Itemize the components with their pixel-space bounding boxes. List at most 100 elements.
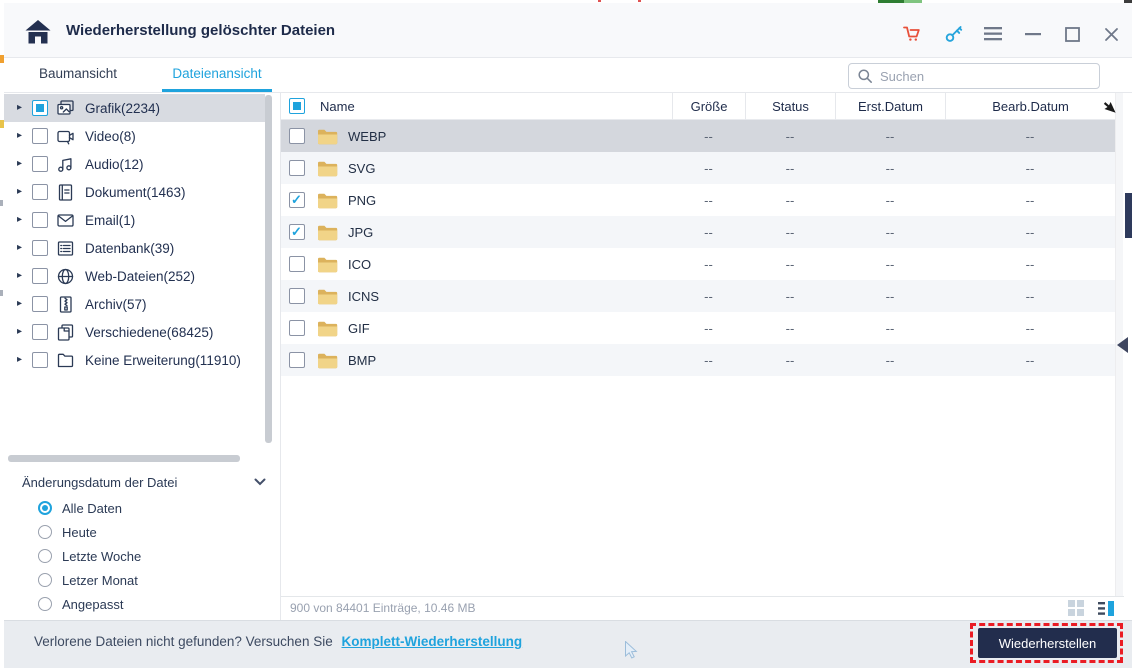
sidebar-item-web-dateien-252[interactable]: ▸ Web-Dateien(252) bbox=[4, 262, 265, 290]
radio-selected[interactable] bbox=[38, 501, 52, 515]
filter-option-heute[interactable]: Heute bbox=[38, 520, 141, 544]
folder-icon bbox=[317, 224, 338, 241]
cell-size: -- bbox=[704, 160, 713, 176]
category-checkbox[interactable] bbox=[32, 128, 48, 144]
filter-option-angepasst[interactable]: Angepasst bbox=[38, 592, 141, 616]
filter-option-label: Alle Daten bbox=[62, 500, 122, 516]
minimize-icon[interactable] bbox=[1022, 24, 1044, 44]
sidebar-item-label: Audio(12) bbox=[85, 156, 144, 172]
column-header-modified[interactable]: Bearb.Datum bbox=[945, 92, 1115, 120]
expand-arrow-icon[interactable]: ▸ bbox=[17, 150, 27, 178]
row-checkbox[interactable] bbox=[289, 320, 305, 336]
date-filter-options: Alle Daten Heute Letzte Woche Letzer Monat A… bbox=[38, 496, 141, 616]
expand-arrow-icon[interactable]: ▸ bbox=[17, 206, 27, 234]
sidebar-horizontal-scrollbar[interactable] bbox=[8, 455, 258, 462]
sidebar-item-keine-erweiterung-11910[interactable]: ▸ Keine Erweiterung(11910) bbox=[4, 346, 265, 374]
sidebar-item-label: Datenbank(39) bbox=[85, 240, 175, 256]
column-header-created[interactable]: Erst.Datum bbox=[835, 92, 945, 120]
expand-arrow-icon[interactable]: ▸ bbox=[17, 290, 27, 318]
table-row-bmp[interactable]: BMP -- -- -- -- bbox=[281, 344, 1115, 376]
scrollbar-thumb[interactable] bbox=[265, 95, 272, 443]
cell-mdate: -- bbox=[1025, 320, 1035, 336]
column-header-name[interactable]: Name bbox=[281, 93, 672, 120]
search-input[interactable] bbox=[880, 68, 1099, 84]
sidebar-vertical-scrollbar[interactable] bbox=[265, 95, 272, 447]
search-box[interactable] bbox=[848, 63, 1100, 89]
expand-arrow-icon[interactable]: ▸ bbox=[17, 122, 27, 150]
radio-unselected[interactable] bbox=[38, 525, 52, 539]
sidebar-item-email-1[interactable]: ▸ Email(1) bbox=[4, 206, 265, 234]
radio-unselected[interactable] bbox=[38, 597, 52, 611]
row-checkbox[interactable] bbox=[289, 192, 305, 208]
column-header-size[interactable]: Größe bbox=[672, 92, 745, 120]
menu-icon[interactable] bbox=[982, 24, 1004, 44]
category-checkbox[interactable] bbox=[32, 268, 48, 284]
list-view-icon[interactable] bbox=[1098, 600, 1115, 617]
full-recovery-link[interactable]: Komplett-Wiederherstellung bbox=[341, 634, 522, 649]
category-checkbox[interactable] bbox=[32, 184, 48, 200]
category-checkbox[interactable] bbox=[32, 212, 48, 228]
cell-status: -- bbox=[785, 160, 795, 176]
select-all-checkbox[interactable] bbox=[289, 98, 305, 114]
key-icon[interactable] bbox=[943, 24, 965, 44]
row-checkbox[interactable] bbox=[289, 128, 305, 144]
sidebar-item-label: Web-Dateien(252) bbox=[85, 268, 196, 284]
category-checkbox[interactable] bbox=[32, 156, 48, 172]
sidebar-item-video-8[interactable]: ▸ Video(8) bbox=[4, 122, 265, 150]
maximize-icon[interactable] bbox=[1061, 24, 1083, 44]
category-checkbox[interactable] bbox=[32, 240, 48, 256]
table-vertical-scrollbar[interactable] bbox=[1115, 93, 1123, 596]
expand-arrow-icon[interactable]: ▸ bbox=[17, 178, 27, 206]
row-checkbox[interactable] bbox=[289, 288, 305, 304]
expand-arrow-icon[interactable]: ▸ bbox=[17, 318, 27, 346]
table-row-png[interactable]: PNG -- -- -- -- bbox=[281, 184, 1115, 216]
filter-header[interactable]: Änderungsdatum der Datei bbox=[22, 472, 266, 492]
tab-baumansicht[interactable]: Baumansicht bbox=[34, 58, 122, 92]
cell-cdate: -- bbox=[885, 128, 895, 144]
row-checkbox[interactable] bbox=[289, 352, 305, 368]
tab-dateienansicht[interactable]: Dateienansicht bbox=[162, 58, 272, 92]
table-row-icns[interactable]: ICNS -- -- -- -- bbox=[281, 280, 1115, 312]
table-row-webp[interactable]: WEBP -- -- -- -- bbox=[281, 120, 1115, 152]
home-icon[interactable] bbox=[24, 19, 52, 45]
archive-icon bbox=[56, 295, 75, 314]
selection-summary: 900 von 84401 Einträge, 10.46 MB bbox=[290, 601, 476, 615]
sidebar-item-grafik-2234[interactable]: ▸ Grafik(2234) bbox=[4, 94, 265, 122]
expand-arrow-icon[interactable]: ▸ bbox=[17, 94, 27, 122]
radio-unselected[interactable] bbox=[38, 573, 52, 587]
category-checkbox[interactable] bbox=[32, 296, 48, 312]
row-checkbox[interactable] bbox=[289, 256, 305, 272]
sidebar-item-dokument-1463[interactable]: ▸ Dokument(1463) bbox=[4, 178, 265, 206]
recover-button[interactable]: Wiederherstellen bbox=[978, 628, 1117, 658]
folder-icon bbox=[317, 192, 338, 209]
chevron-down-icon[interactable] bbox=[254, 478, 266, 486]
sidebar-item-archiv-57[interactable]: ▸ Archiv(57) bbox=[4, 290, 265, 318]
table-row-ico[interactable]: ICO -- -- -- -- bbox=[281, 248, 1115, 280]
file-name-cell: ICNS bbox=[281, 288, 672, 305]
row-checkbox[interactable] bbox=[289, 224, 305, 240]
cart-icon[interactable] bbox=[901, 24, 923, 44]
filter-option-letzte-woche[interactable]: Letzte Woche bbox=[38, 544, 141, 568]
sidebar-item-datenbank-39[interactable]: ▸ Datenbank(39) bbox=[4, 234, 265, 262]
category-checkbox[interactable] bbox=[32, 324, 48, 340]
expand-arrow-icon[interactable]: ▸ bbox=[17, 262, 27, 290]
scrollbar-thumb[interactable] bbox=[8, 455, 240, 462]
table-row-gif[interactable]: GIF -- -- -- -- bbox=[281, 312, 1115, 344]
expand-arrow-icon[interactable]: ▸ bbox=[17, 234, 27, 262]
sidebar-item-verschiedene-68425[interactable]: ▸ Verschiedene(68425) bbox=[4, 318, 265, 346]
table-row-jpg[interactable]: JPG -- -- -- -- bbox=[281, 216, 1115, 248]
expand-arrow-icon[interactable]: ▸ bbox=[17, 346, 27, 374]
category-checkbox[interactable] bbox=[32, 352, 48, 368]
grid-view-icon[interactable] bbox=[1068, 600, 1085, 617]
row-checkbox[interactable] bbox=[289, 160, 305, 176]
close-icon[interactable] bbox=[1100, 24, 1122, 44]
filter-option-letzer-monat[interactable]: Letzer Monat bbox=[38, 568, 141, 592]
column-header-status[interactable]: Status bbox=[745, 92, 835, 120]
sidebar-item-label: Keine Erweiterung(11910) bbox=[85, 352, 241, 368]
sidebar-item-audio-12[interactable]: ▸ Audio(12) bbox=[4, 150, 265, 178]
table-row-svg[interactable]: SVG -- -- -- -- bbox=[281, 152, 1115, 184]
sidebar-item-label: Archiv(57) bbox=[85, 296, 147, 312]
filter-option-alle-daten[interactable]: Alle Daten bbox=[38, 496, 141, 520]
radio-unselected[interactable] bbox=[38, 549, 52, 563]
category-checkbox[interactable] bbox=[32, 100, 48, 116]
